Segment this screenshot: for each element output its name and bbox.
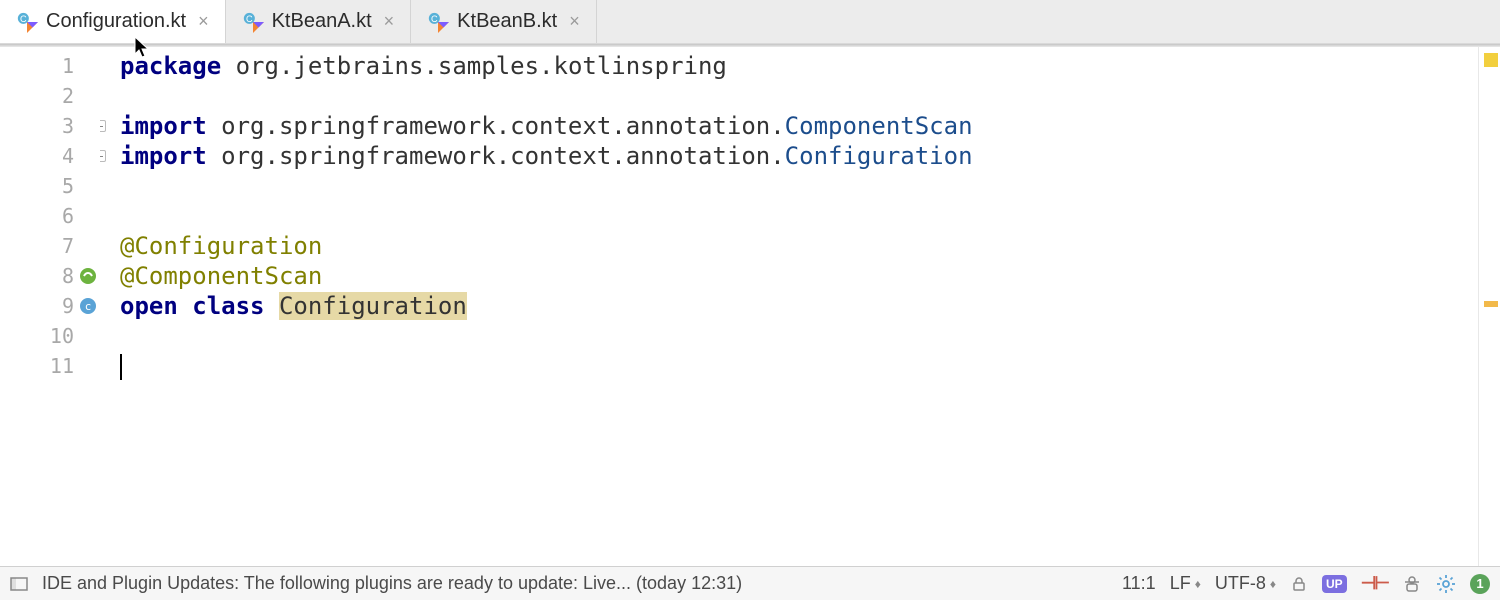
line-gutter: 1 2 3 4 5 6 7 8 9 c 10 11 [0, 47, 100, 566]
line-number: 1 [0, 51, 100, 81]
svg-text:c: c [85, 300, 92, 313]
code-line [120, 81, 1478, 111]
error-stripe[interactable] [1478, 47, 1500, 566]
line-number: 6 [0, 201, 100, 231]
code-line [120, 201, 1478, 231]
tab-label: KtBeanB.kt [457, 10, 557, 33]
line-number: 7 [0, 231, 100, 261]
code-line [120, 171, 1478, 201]
svg-text:C: C [246, 14, 253, 24]
code-area[interactable]: package org.jetbrains.samples.kotlinspri… [100, 47, 1478, 566]
warning-mark-icon[interactable] [1484, 53, 1498, 67]
line-number: 4 [0, 141, 100, 171]
code-line: @Configuration [120, 231, 1478, 261]
close-icon[interactable]: × [198, 11, 209, 32]
svg-text:C: C [431, 14, 438, 24]
code-line: open class Configuration [120, 291, 1478, 321]
ide-features-icon[interactable] [1402, 574, 1422, 594]
tab-ktbeana[interactable]: C KtBeanA.kt × [226, 0, 412, 43]
code-editor[interactable]: 1 2 3 4 5 6 7 8 9 c 10 11 package org.je… [0, 47, 1500, 566]
spring-bean-icon[interactable] [78, 266, 98, 286]
ide-window: C Configuration.kt × C KtBeanA.kt × C Kt… [0, 0, 1500, 600]
code-line: @ComponentScan [120, 261, 1478, 291]
status-message[interactable]: IDE and Plugin Updates: The following pl… [42, 573, 742, 594]
code-line: import org.springframework.context.annot… [120, 141, 1478, 171]
statusbar-toggle-icon[interactable] [10, 575, 28, 593]
tab-label: KtBeanA.kt [272, 10, 372, 33]
editor-tabbar: C Configuration.kt × C KtBeanA.kt × C Kt… [0, 0, 1500, 44]
plugin-update-badge[interactable]: UP [1322, 575, 1347, 593]
close-icon[interactable]: × [384, 11, 395, 32]
line-number: 5 [0, 171, 100, 201]
kotlin-file-icon: C [242, 11, 264, 33]
status-bar: IDE and Plugin Updates: The following pl… [0, 566, 1500, 600]
kotlin-file-icon: C [16, 11, 38, 33]
code-line: package org.jetbrains.samples.kotlinspri… [120, 51, 1478, 81]
code-line: import org.springframework.context.annot… [120, 111, 1478, 141]
line-number: 3 [0, 111, 100, 141]
highlight-mark-icon[interactable] [1484, 301, 1498, 307]
line-number: 11 [0, 351, 100, 381]
svg-text:C: C [20, 14, 27, 24]
line-number: 2 [0, 81, 100, 111]
spring-config-icon[interactable]: c [78, 296, 98, 316]
status-encoding[interactable]: UTF-8 ♦ [1215, 573, 1276, 594]
lock-icon[interactable] [1290, 575, 1308, 593]
code-line [120, 351, 1478, 381]
tab-configuration[interactable]: C Configuration.kt × [0, 0, 226, 43]
close-icon[interactable]: × [569, 11, 580, 32]
status-line-separator[interactable]: LF ♦ [1170, 573, 1201, 594]
text-caret [120, 354, 122, 380]
code-line [120, 321, 1478, 351]
line-number: 9 c [0, 291, 100, 321]
inspection-icon[interactable]: ⊣⊢ [1361, 573, 1388, 594]
tab-ktbeanb[interactable]: C KtBeanB.kt × [411, 0, 597, 43]
kotlin-file-icon: C [427, 11, 449, 33]
settings-gear-icon[interactable] [1436, 574, 1456, 594]
line-number: 8 [0, 261, 100, 291]
line-number: 10 [0, 321, 100, 351]
tab-label: Configuration.kt [46, 10, 186, 33]
status-caret-position[interactable]: 11:1 [1122, 573, 1156, 594]
notification-count-badge[interactable]: 1 [1470, 574, 1490, 594]
